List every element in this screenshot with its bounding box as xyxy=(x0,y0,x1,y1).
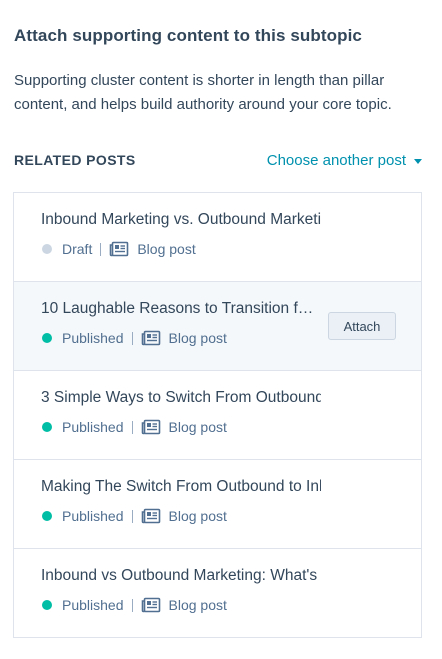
divider xyxy=(131,598,133,612)
panel-description: Supporting cluster content is shorter in… xyxy=(14,72,392,113)
post-type: Blog post xyxy=(168,597,227,613)
attach-button[interactable]: Attach xyxy=(328,312,396,340)
post-row[interactable]: Inbound vs Outbound Marketing: What's Be… xyxy=(14,549,421,637)
choose-another-post-label: Choose another post xyxy=(266,152,406,169)
post-meta: Published Blog post xyxy=(42,330,227,346)
post-status: Published xyxy=(62,330,124,346)
post-row[interactable]: Inbound Marketing vs. Outbound Marketing… xyxy=(14,193,421,282)
status-dot-icon xyxy=(42,600,52,610)
post-status: Published xyxy=(62,419,124,435)
blog-post-icon xyxy=(109,241,129,257)
post-status: Published xyxy=(62,597,124,613)
post-row[interactable]: Making The Switch From Outbound to Inbou… xyxy=(14,460,421,549)
post-row[interactable]: 3 Simple Ways to Switch From Outbound to… xyxy=(14,371,421,460)
blog-post-icon xyxy=(141,508,161,524)
post-type: Blog post xyxy=(168,419,227,435)
post-title: 10 Laughable Reasons to Transition f… xyxy=(41,300,314,317)
blog-post-icon xyxy=(141,330,161,346)
related-posts-list: Inbound Marketing vs. Outbound Marketing… xyxy=(13,192,422,638)
blog-post-icon xyxy=(141,419,161,435)
post-row[interactable]: 10 Laughable Reasons to Transition f… Pu… xyxy=(14,282,421,371)
divider xyxy=(100,242,102,256)
post-meta: Published Blog post xyxy=(42,419,227,435)
divider xyxy=(131,331,133,345)
post-type: Blog post xyxy=(168,508,227,524)
divider xyxy=(131,509,133,523)
divider xyxy=(131,420,133,434)
post-title: 3 Simple Ways to Switch From Outbound to… xyxy=(41,389,321,406)
post-status: Draft xyxy=(62,241,93,257)
post-type: Blog post xyxy=(168,330,227,346)
panel-title: Attach supporting content to this subtop… xyxy=(14,26,362,45)
post-meta: Draft Blog post xyxy=(42,241,196,257)
status-dot-icon xyxy=(42,333,52,343)
status-dot-icon xyxy=(42,422,52,432)
status-dot-icon xyxy=(42,511,52,521)
post-meta: Published Blog post xyxy=(42,597,227,613)
related-posts-heading: RELATED POSTS xyxy=(14,152,136,168)
post-status: Published xyxy=(62,508,124,524)
blog-post-icon xyxy=(141,597,161,613)
post-type: Blog post xyxy=(137,241,196,257)
choose-another-post-dropdown[interactable]: Choose another post xyxy=(267,152,422,169)
post-title: Inbound Marketing vs. Outbound Marketing xyxy=(41,211,321,228)
post-title: Inbound vs Outbound Marketing: What's Be… xyxy=(41,567,321,584)
status-dot-icon xyxy=(42,244,52,254)
post-meta: Published Blog post xyxy=(42,508,227,524)
chevron-down-icon xyxy=(414,158,422,164)
post-title: Making The Switch From Outbound to Inbou… xyxy=(41,478,321,495)
